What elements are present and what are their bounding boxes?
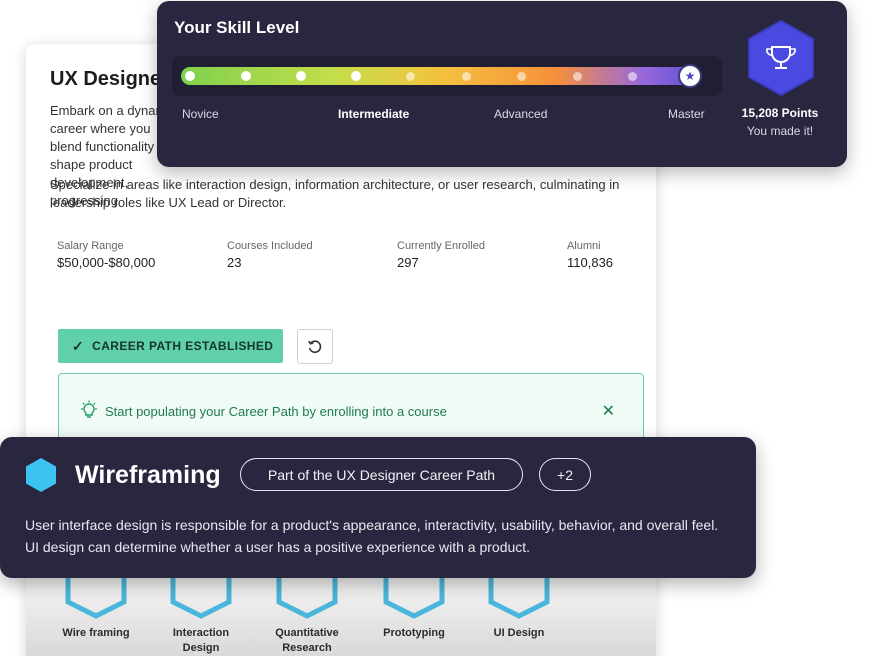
stat-label: Salary Range [57,240,124,252]
lightbulb-icon [81,400,97,418]
stat-courses: Courses Included 23 [227,240,313,270]
level-intermediate: Intermediate [338,107,410,121]
progress-dot [628,72,637,81]
progress-dot [185,71,195,81]
hexagon-icon [26,458,56,492]
notice-message: Start populating your Career Path by enr… [105,404,447,419]
course-title: Wireframing [75,461,221,489]
level-novice: Novice [182,107,219,121]
progress-dot [241,71,251,81]
course-name: Interaction Design [172,627,230,654]
stat-enrolled: Currently Enrolled 297 [397,240,485,270]
points-total: 15,208 Points [741,106,819,120]
progress-dot [517,72,526,81]
career-button-label: CAREER PATH ESTABLISHED [92,339,274,353]
skill-level-card: Your Skill Level ★ Novice Intermediate A… [157,1,847,167]
stat-value: 110,836 [567,255,614,270]
career-title: UX Designer [50,68,169,90]
course-description: User interface design is responsible for… [25,517,719,555]
stat-value: 297 [397,255,419,270]
skill-title: Your Skill Level [174,18,300,37]
career-specialization: Specialize in areas like interaction des… [50,177,620,210]
reset-button[interactable] [297,329,333,364]
skill-progress-bar: ★ [181,64,702,88]
career-stats: Salary Range $50,000-$80,000 Courses Inc… [57,240,627,280]
course-detail-card: Wireframing Part of the UX Designer Care… [0,437,756,578]
stat-label: Alumni [567,240,601,252]
trophy-icon [748,19,814,97]
reset-icon [307,339,322,353]
course-name: UI Design [493,627,545,639]
course-name: Prototyping [383,627,445,639]
star-icon: ★ [678,64,702,88]
level-master: Master [668,107,705,121]
stat-label: Courses Included [227,240,313,252]
stat-value: $50,000-$80,000 [57,255,156,270]
level-advanced: Advanced [494,107,548,121]
progress-dot [573,72,582,81]
close-icon[interactable]: ✕ [602,401,615,421]
progress-dot [462,72,471,81]
course-name: Wire framing [62,627,130,639]
progress-dot [406,72,415,81]
stat-salary: Salary Range $50,000-$80,000 [57,240,155,270]
check-icon: ✓ [72,337,85,354]
course-name: Quantitative Research [275,627,339,654]
skill-progress-track: ★ [172,56,722,96]
more-tags-button[interactable]: +2 [539,458,591,491]
career-path-established-button[interactable]: ✓ CAREER PATH ESTABLISHED [58,329,283,363]
stat-label: Currently Enrolled [397,240,486,252]
points-status: You made it! [746,124,814,138]
progress-dot [351,71,361,81]
stat-value: 23 [227,255,242,270]
career-path-tag[interactable]: Part of the UX Designer Career Path [240,458,523,491]
stat-alumni: Alumni 110,836 [567,240,613,270]
progress-dot [296,71,306,81]
